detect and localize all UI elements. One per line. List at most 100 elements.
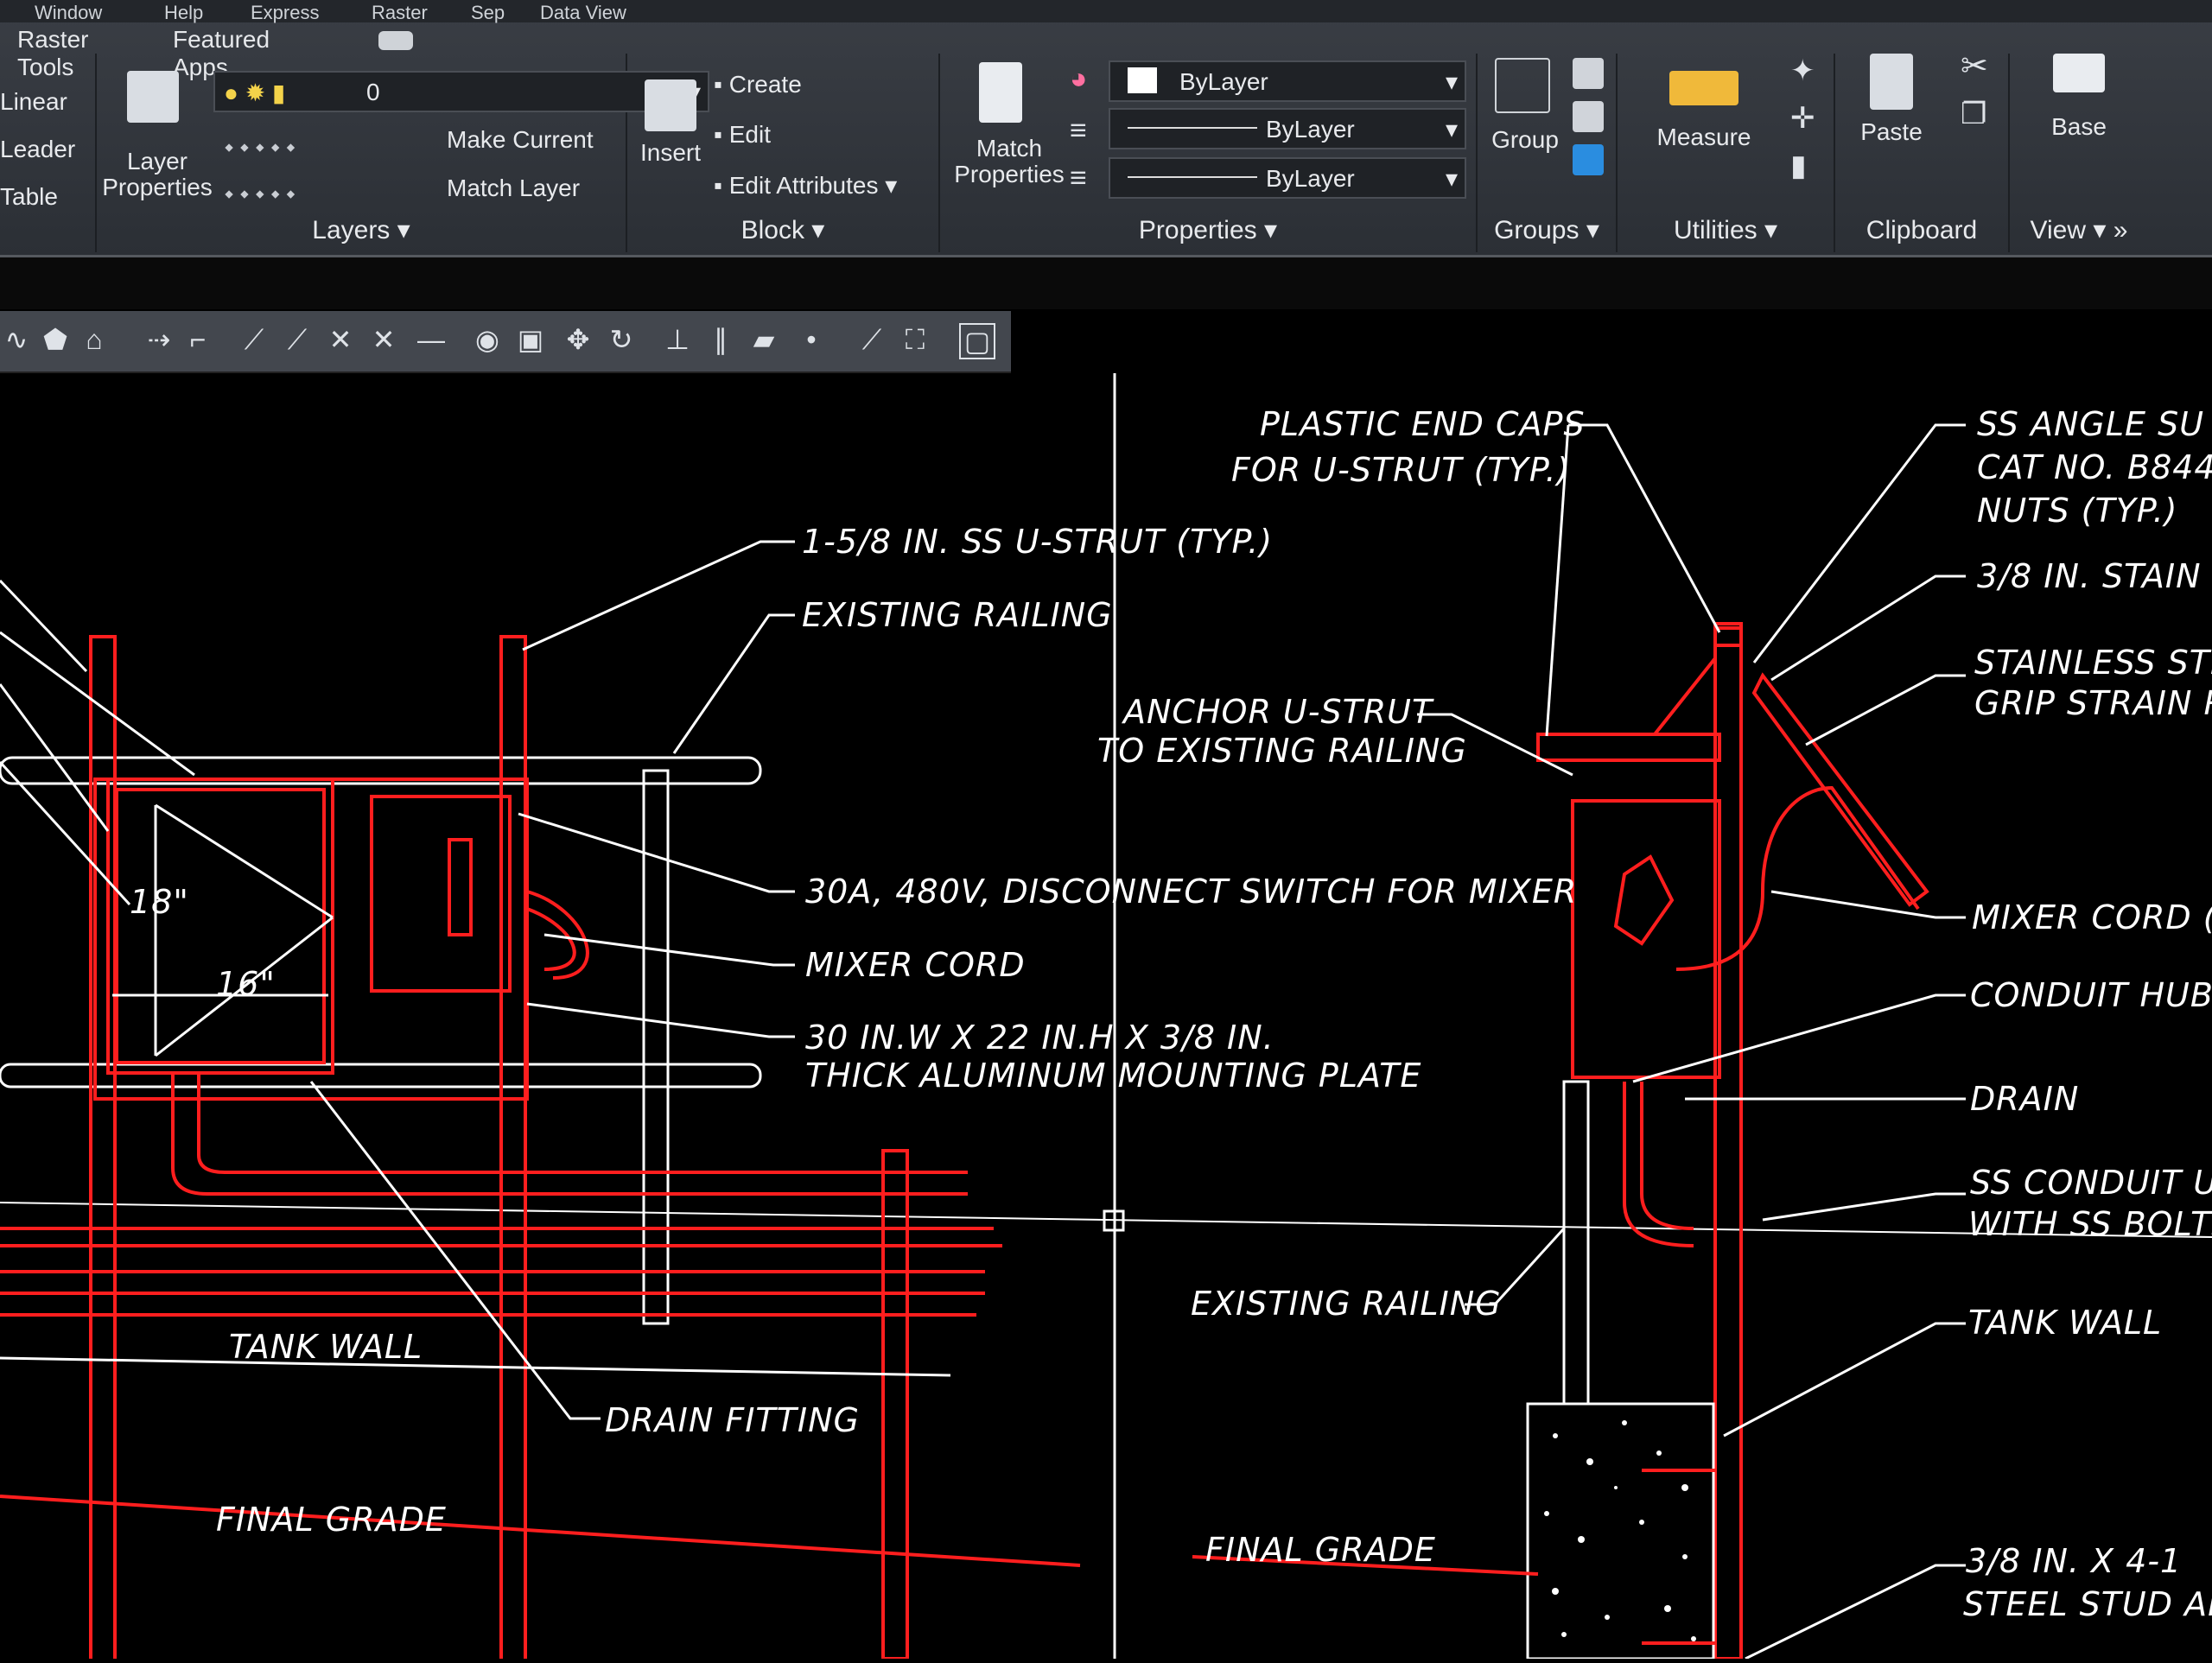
- layers-panel-label[interactable]: Layers ▾: [97, 215, 626, 245]
- utilities-panel-label[interactable]: Utilities ▾: [1618, 215, 1834, 245]
- quick-select-icon[interactable]: ✦: [1790, 54, 1815, 88]
- drawing-canvas[interactable]: 1-5/8 IN. SS U-STRUT (TYP.) EXISTING RAI…: [0, 373, 2212, 1663]
- label-existing-railing-right: EXISTING RAILING: [1191, 1285, 1502, 1323]
- cut-icon[interactable]: ✂: [1961, 47, 1988, 86]
- label-stud-1: 3/8 IN. X 4-1: [1966, 1542, 2182, 1580]
- apparent-intersection-icon[interactable]: ✕: [367, 323, 400, 356]
- view-panel: Base View ▾ »: [2010, 54, 2148, 252]
- label-ss-conduit-2: WITH SS BOLTS: [1968, 1205, 2212, 1243]
- nearest-snap-icon[interactable]: ⟋: [855, 323, 888, 356]
- u-strut-right: [499, 635, 527, 1663]
- label-tank-wall-left: TANK WALL: [229, 1328, 423, 1366]
- group-select-icon[interactable]: [1573, 144, 1604, 175]
- measure-icon: [1669, 71, 1738, 105]
- calculator-icon[interactable]: ▮: [1790, 149, 1807, 183]
- linetype-icon[interactable]: ≡: [1070, 114, 1087, 148]
- make-current-button[interactable]: Make Current: [447, 126, 594, 154]
- snap-settings-icon[interactable]: ▢: [959, 323, 995, 359]
- label-drain-fitting: DRAIN FITTING: [605, 1401, 860, 1439]
- table-button[interactable]: Table: [0, 183, 58, 211]
- menu-express[interactable]: Express: [251, 2, 319, 24]
- label-final-grade-right: FINAL GRADE: [1205, 1531, 1436, 1569]
- quadrant-snap-icon[interactable]: ✥: [562, 323, 594, 356]
- center-snap-icon[interactable]: ◉: [471, 323, 504, 356]
- lineweight-dropdown[interactable]: ByLayer ▾: [1109, 157, 1466, 199]
- conduit-side-2: [1640, 1082, 1694, 1230]
- leader-ss-angle: [1752, 423, 1966, 663]
- label-drain: DRAIN: [1970, 1080, 2079, 1118]
- label-stud-2: STEEL STUD AN: [1963, 1585, 2212, 1623]
- insert-block-icon: [645, 79, 696, 131]
- view-panel-label[interactable]: View ▾ »: [2010, 215, 2148, 245]
- menu-raster[interactable]: Raster: [372, 2, 428, 24]
- snap-from-icon[interactable]: ⌐: [181, 323, 214, 356]
- clipboard-panel-label[interactable]: Clipboard: [1835, 216, 2008, 245]
- color-wheel-icon[interactable]: ◕: [1070, 62, 1088, 96]
- layer-properties-button[interactable]: Layer Properties: [101, 149, 213, 200]
- layer-tools-icons-2[interactable]: ⬩ ⬩ ⬩ ⬩ ⬩: [225, 180, 296, 208]
- linetype-dropdown[interactable]: ByLayer ▾: [1109, 108, 1466, 149]
- leader-ss-conduit: [1762, 1192, 1966, 1222]
- intersection-snap-icon[interactable]: ✕: [324, 323, 357, 356]
- base-button[interactable]: Base: [2027, 114, 2131, 140]
- copy-icon[interactable]: ❐: [1961, 97, 1986, 131]
- chevron-down-icon: ▾: [1445, 165, 1458, 192]
- region-icon[interactable]: ⬟: [39, 323, 72, 356]
- menu-data-view[interactable]: Data View: [540, 2, 626, 24]
- u-strut-section: [1713, 626, 1743, 1660]
- create-block-button[interactable]: ▪ Create: [714, 71, 802, 98]
- insert-snap-icon[interactable]: ▰: [747, 323, 780, 356]
- menu-sep[interactable]: Sep: [471, 2, 505, 24]
- menu-help[interactable]: Help: [164, 2, 203, 24]
- paste-button[interactable]: Paste: [1835, 119, 1948, 145]
- ungroup-icon[interactable]: [1573, 58, 1604, 89]
- lineweight-icon[interactable]: ≡: [1070, 162, 1087, 195]
- left-elevation-view: [0, 635, 1081, 1663]
- mixer-cord-right: [1675, 785, 1920, 971]
- color-dropdown[interactable]: ByLayer ▾: [1109, 60, 1466, 102]
- mixer-cord-left: [526, 890, 589, 980]
- label-mixer-cord: MIXER CORD: [805, 946, 1026, 984]
- block-panel-label[interactable]: Block ▾: [627, 215, 938, 245]
- block-panel: Insert ▪ Create ▪ Edit ▪ Edit Attributes…: [627, 54, 940, 252]
- cad-drawing: 1-5/8 IN. SS U-STRUT (TYP.) EXISTING RAI…: [0, 373, 2212, 1663]
- group-edit-icon[interactable]: [1573, 101, 1604, 132]
- midpoint-snap-icon[interactable]: ⟋: [281, 323, 314, 356]
- tab-options-icon[interactable]: [378, 31, 413, 50]
- none-snap-icon[interactable]: ⛶: [899, 323, 931, 356]
- label-plate-2: THICK ALUMINUM MOUNTING PLATE: [805, 1057, 1421, 1095]
- endpoint-snap-icon[interactable]: ⟋: [238, 323, 270, 356]
- linetype-value: ByLayer: [1266, 116, 1355, 143]
- insert-button[interactable]: Insert: [632, 140, 709, 166]
- layer-tools-icons[interactable]: ⬩ ⬩ ⬩ ⬩ ⬩: [225, 133, 296, 162]
- extension-snap-icon[interactable]: —: [415, 323, 448, 356]
- label-stainless-1: STAINLESS STE: [1974, 644, 2212, 682]
- tangent-snap-icon[interactable]: ↻: [605, 323, 638, 356]
- node-snap-icon[interactable]: •: [795, 323, 828, 356]
- wipeout-icon[interactable]: ⌂: [78, 323, 111, 356]
- leader-end-caps: [1568, 423, 1721, 633]
- match-layer-button[interactable]: Match Layer: [447, 175, 580, 202]
- label-ss-conduit-1: SS CONDUIT U-: [1970, 1164, 2212, 1202]
- lightbulb-icon: ● ✹ ▮: [224, 79, 286, 106]
- properties-panel-label[interactable]: Properties ▾: [940, 215, 1476, 245]
- parallel-snap-icon[interactable]: ∥: [704, 323, 737, 356]
- label-dim-18: 18": [130, 883, 189, 921]
- edit-attributes-button[interactable]: ▪ Edit Attributes ▾: [714, 171, 897, 200]
- id-point-icon[interactable]: ✛: [1790, 101, 1815, 136]
- temp-track-icon[interactable]: ⇢: [143, 323, 175, 356]
- edit-block-button[interactable]: ▪ Edit: [714, 121, 771, 149]
- leader-button[interactable]: Leader: [0, 136, 75, 163]
- perpendicular-snap-icon[interactable]: ⊥: [661, 323, 694, 356]
- group-button[interactable]: Group: [1482, 127, 1568, 153]
- geometric-center-icon[interactable]: ▣: [514, 323, 547, 356]
- label-anchor-2: TO EXISTING RAILING: [1097, 732, 1467, 770]
- groups-panel-label[interactable]: Groups ▾: [1478, 215, 1616, 245]
- layers-panel: Layer Properties ● ✹ ▮ 0 ▾ ⬩ ⬩ ⬩ ⬩ ⬩ Mak…: [97, 54, 709, 252]
- properties-panel: Match Properties ◕ ≡ ≡ ByLayer ▾ ByLayer…: [940, 54, 1478, 252]
- measure-button[interactable]: Measure: [1618, 124, 1790, 150]
- match-properties-button[interactable]: Match Properties: [944, 136, 1074, 187]
- linear-dimension-button[interactable]: Linear: [0, 88, 67, 116]
- menu-window[interactable]: Window: [35, 2, 102, 24]
- spline-icon[interactable]: ∿: [0, 323, 33, 356]
